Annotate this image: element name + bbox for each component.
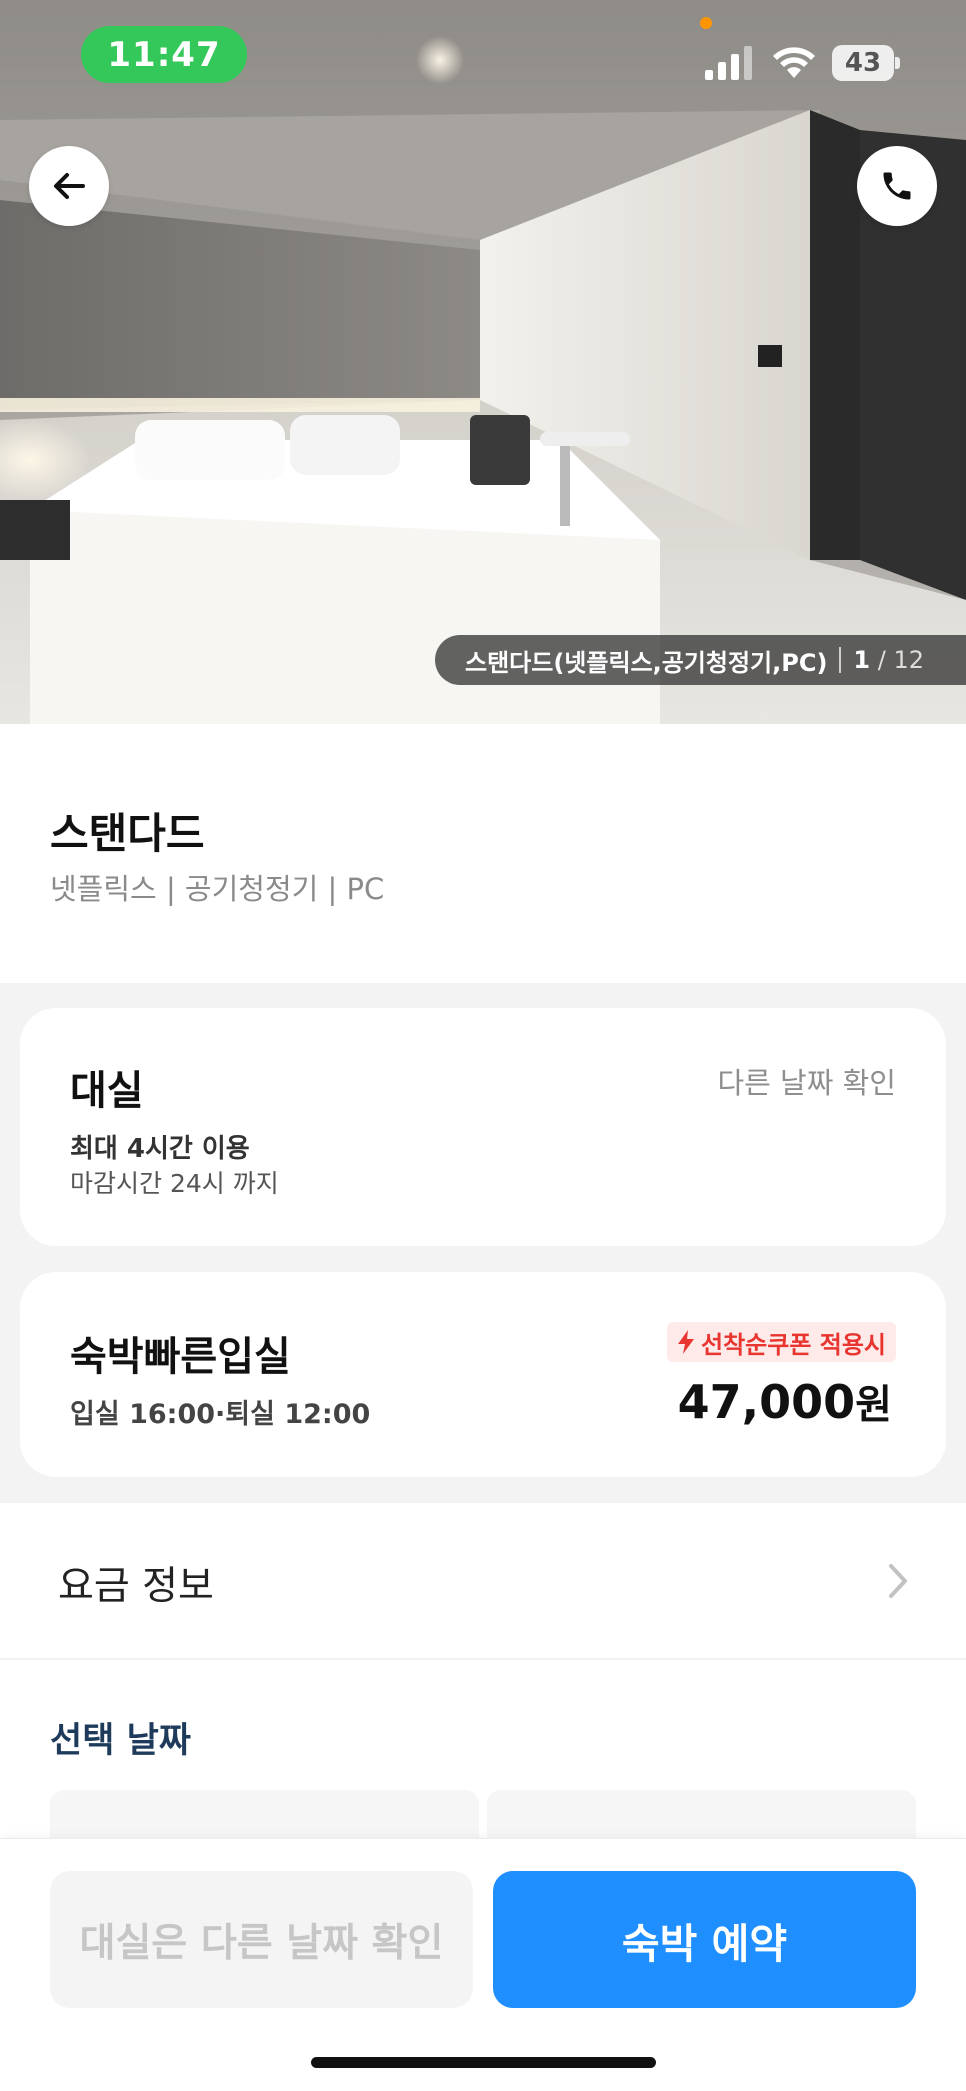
selected-date-heading: 선택 날짜: [50, 1721, 191, 1761]
rental-deadline: 마감시간 24시 까지: [70, 1169, 279, 1198]
privacy-indicator: [700, 17, 712, 29]
chevron-right-icon: [889, 1564, 907, 1598]
stay-title: 숙박빠른입실: [70, 1334, 291, 1380]
rental-title: 대실: [70, 1068, 144, 1114]
rental-option-card[interactable]: 대실 다른 날짜 확인 최대 4시간 이용 마감시간 24시 까지: [20, 1008, 946, 1246]
checkin-checkout-times: 입실 16:00·퇴실 12:00: [70, 1399, 371, 1430]
fee-info-row[interactable]: 요금 정보: [0, 1503, 966, 1660]
rental-disabled-button: 대실은 다른 날짜 확인: [50, 1871, 473, 2008]
arrow-left-icon: [54, 173, 85, 199]
rental-usage: 최대 4시간 이용: [70, 1134, 250, 1164]
photo-caption-name: 스탠다드(넷플릭스,공기청정기,PC): [465, 648, 828, 677]
wifi-icon: [773, 47, 815, 78]
stay-reserve-button[interactable]: 숙박 예약: [493, 1871, 916, 2008]
price-currency: 원: [855, 1382, 892, 1428]
status-time: 11:47: [81, 26, 247, 83]
photo-total: / 12: [877, 646, 925, 674]
back-button[interactable]: [29, 146, 109, 226]
room-photo-image: [0, 0, 966, 724]
photo-caption: 스탠다드(넷플릭스,공기청정기,PC) 1 / 12: [435, 635, 966, 685]
room-photo[interactable]: 11:47 43 스탠다드(넷플릭스,공기청정기,PC) 1 / 12: [0, 0, 966, 724]
home-indicator: [311, 2057, 656, 2068]
phone-icon: [883, 172, 911, 200]
lightning-icon: [678, 1330, 694, 1354]
battery-icon: 43: [832, 45, 900, 81]
fee-info-label: 요금 정보: [58, 1564, 214, 1609]
other-date-link[interactable]: 다른 날짜 확인: [717, 1060, 896, 1102]
room-amenities: 넷플릭스 | 공기청정기 | PC: [50, 872, 385, 906]
coupon-badge: 선착순쿠폰 적용시: [667, 1322, 896, 1362]
stay-price: 47,000원: [678, 1372, 892, 1430]
photo-index: 1: [853, 646, 871, 674]
room-name: 스탠다드: [50, 809, 205, 858]
bottom-action-bar: 대실은 다른 날짜 확인 숙박 예약: [0, 1838, 966, 2091]
stay-option-card[interactable]: 숙박빠른입실 입실 16:00·퇴실 12:00 선착순쿠폰 적용시 47,00…: [20, 1272, 946, 1477]
price-amount: 47,000: [677, 1375, 856, 1429]
battery-level: 43: [832, 45, 894, 81]
call-button[interactable]: [857, 146, 937, 226]
cellular-signal-icon: [705, 46, 752, 80]
coupon-text: 선착순쿠폰 적용시: [701, 1330, 886, 1359]
caption-divider: [839, 647, 842, 673]
